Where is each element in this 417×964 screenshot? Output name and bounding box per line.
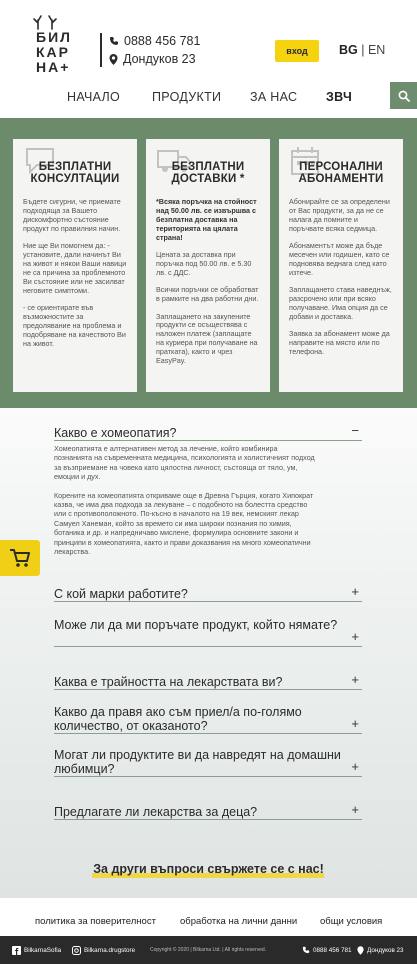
- site-header: БИЛ КАР НА+ 0888 456 781 Дондуков 23 вхо…: [0, 0, 417, 118]
- footer-link-privacy[interactable]: политика за поверителност: [35, 916, 156, 927]
- card-title: БЕЗПЛАТНИ КОНСУЛТАЦИИ: [30, 161, 120, 185]
- card-title: БЕЗПЛАТНИ ДОСТАВКИ *: [171, 161, 245, 185]
- card-text: Заплащането става наведнъж, разсрочено и…: [289, 285, 392, 321]
- faq-item[interactable]: Какво да правя ако съм приел/а по-голямо…: [54, 705, 362, 734]
- service-card-subscriptions: ПЕРСОНАЛНИ АБОНАМЕНТИ Абонирайте се за оп…: [279, 139, 403, 392]
- copyright: Copyright © 2020 | Bilkarna Ltd. | All r…: [150, 947, 266, 953]
- faq-question: Могат ли продуктите ви да навредят на до…: [54, 748, 341, 776]
- logo-line-2: КАР: [36, 44, 70, 60]
- faq-question: Каква е трайността на лекарствата ви?: [54, 675, 283, 689]
- faq-answer-text: Хомеопатията е алтернативен метод за леч…: [54, 444, 315, 482]
- card-text: Заплащането на закупените продукти се ос…: [156, 311, 258, 366]
- footer-link-terms[interactable]: общи условия: [320, 916, 382, 927]
- faq-item[interactable]: Могат ли продуктите ви да навредят на до…: [54, 748, 362, 777]
- logo[interactable]: БИЛ КАР НА+: [30, 15, 88, 75]
- minus-icon[interactable]: −: [351, 423, 359, 438]
- footer-links: политика за поверителност обработка на л…: [0, 898, 417, 936]
- nav-home[interactable]: НАЧАЛО: [67, 90, 120, 104]
- logo-line-3: НА+: [36, 59, 71, 75]
- faq-question: С кой марки работите?: [54, 587, 188, 601]
- instagram-link[interactable]: Bilkarna.drugstore: [72, 946, 135, 955]
- language-switcher: BG | EN: [339, 43, 385, 57]
- nav-products[interactable]: ПРОДУКТИ: [152, 90, 221, 104]
- facebook-handle: BilkarnaSofia: [24, 947, 62, 954]
- footer-address-text: Дондуков 23: [367, 947, 404, 954]
- logo-line-1: БИЛ: [36, 29, 72, 45]
- antler-icon: [33, 15, 57, 30]
- copyright-text: Copyright © 2020 | Bilkarna Ltd. | All r…: [150, 947, 267, 953]
- card-text: Заявка за абонамент може да направите на…: [289, 329, 390, 357]
- header-phone-text: 0888 456 781: [124, 34, 201, 48]
- location-pin-icon: [357, 946, 364, 955]
- bottom-bar: BilkarnaSofia Bilkarna.drugstore Copyrig…: [0, 936, 417, 964]
- faq-item[interactable]: Каква е трайността на лекарствата ви? +: [54, 672, 362, 690]
- plus-icon[interactable]: +: [351, 759, 359, 774]
- faq-question: Може ли да ми поръчате продукт, който ня…: [54, 618, 338, 632]
- card-text: Бъдете сигурни, че приемате подходяща за…: [23, 197, 121, 233]
- faq-answer: Хомеопатията е алтернативен метод за леч…: [54, 444, 316, 565]
- phone-icon: [110, 37, 118, 45]
- nav-about[interactable]: ЗА НАС: [250, 90, 297, 104]
- service-card-consultations: БЕЗПЛАТНИ КОНСУЛТАЦИИ Бъдете сигурни, че …: [13, 139, 137, 392]
- service-card-delivery: БЕЗПЛАТНИ ДОСТАВКИ * *Всяка поръчка на ст…: [146, 139, 270, 392]
- nav-faq[interactable]: ЗВЧ: [326, 90, 352, 104]
- lang-bg-link[interactable]: BG: [339, 43, 358, 57]
- faq-question: Предлагате ли лекарства за деца?: [54, 805, 258, 819]
- login-button[interactable]: вход: [275, 40, 319, 62]
- card-text: *Всяка поръчка на стойност над 50.00 лв.…: [156, 197, 257, 242]
- card-text: Абонирайте се за определени от Вас проду…: [289, 197, 390, 233]
- card-title: ПЕРСОНАЛНИ АБОНАМЕНТИ: [298, 161, 384, 185]
- faq-item[interactable]: Предлагате ли лекарства за деца? +: [54, 802, 362, 820]
- plus-icon[interactable]: +: [351, 584, 359, 599]
- card-text: Цената за доставка при поръчка под 50.00…: [156, 250, 252, 277]
- lang-en-link[interactable]: EN: [368, 43, 385, 57]
- faq-answer-text: Корените на хомеопатията откриваме още в…: [54, 490, 314, 557]
- plus-icon[interactable]: +: [351, 716, 359, 731]
- search-icon: [398, 90, 410, 102]
- instagram-handle: Bilkarna.drugstore: [84, 947, 136, 954]
- card-text: Всички поръчки се обработват в рамките н…: [156, 285, 259, 304]
- footer-phone[interactable]: 0888 456 781: [302, 946, 352, 954]
- card-text: - се ориентирате във възможностите за пр…: [23, 303, 126, 348]
- header-phone[interactable]: 0888 456 781: [109, 34, 200, 48]
- shopping-cart-icon: [10, 549, 30, 567]
- footer-phone-text: 0888 456 781: [313, 946, 352, 954]
- lang-separator: |: [361, 43, 365, 57]
- plus-icon[interactable]: +: [351, 802, 359, 817]
- cart-button[interactable]: [0, 540, 40, 576]
- header-divider: [100, 33, 102, 67]
- header-address-text: Дондуков 23: [123, 52, 196, 66]
- header-address[interactable]: Дондуков 23: [109, 52, 196, 66]
- footer-link-data-processing[interactable]: обработка на лични данни: [180, 916, 297, 927]
- card-text: Ние ще Ви помогнем да: - установите, дал…: [23, 241, 127, 295]
- faq-item[interactable]: Какво е хомеопатия? −: [54, 423, 362, 441]
- faq-item[interactable]: С кой марки работите? +: [54, 584, 362, 602]
- location-pin-icon: [109, 53, 118, 65]
- plus-icon[interactable]: +: [351, 672, 359, 687]
- contact-cta[interactable]: За други въпроси свържете се с нас!: [0, 862, 417, 876]
- faq-question: Какво е хомеопатия?: [54, 426, 177, 440]
- facebook-link[interactable]: BilkarnaSofia: [12, 946, 61, 955]
- faq-question: Какво да правя ако съм приел/а по-голямо…: [54, 705, 302, 733]
- plus-icon[interactable]: +: [351, 629, 359, 644]
- faq-item[interactable]: Може ли да ми поръчате продукт, който ня…: [54, 618, 362, 647]
- facebook-icon: [12, 946, 21, 955]
- services-band: БЕЗПЛАТНИ КОНСУЛТАЦИИ Бъдете сигурни, че …: [0, 118, 417, 408]
- footer-address[interactable]: Дондуков 23: [357, 946, 404, 955]
- instagram-icon: [72, 946, 81, 955]
- search-button[interactable]: [390, 82, 417, 109]
- phone-icon: [302, 946, 310, 954]
- main-nav: НАЧАЛО ПРОДУКТИ ЗА НАС ЗВЧ: [0, 90, 417, 110]
- card-text: Абонаментът може да бъде месечен или год…: [289, 241, 390, 277]
